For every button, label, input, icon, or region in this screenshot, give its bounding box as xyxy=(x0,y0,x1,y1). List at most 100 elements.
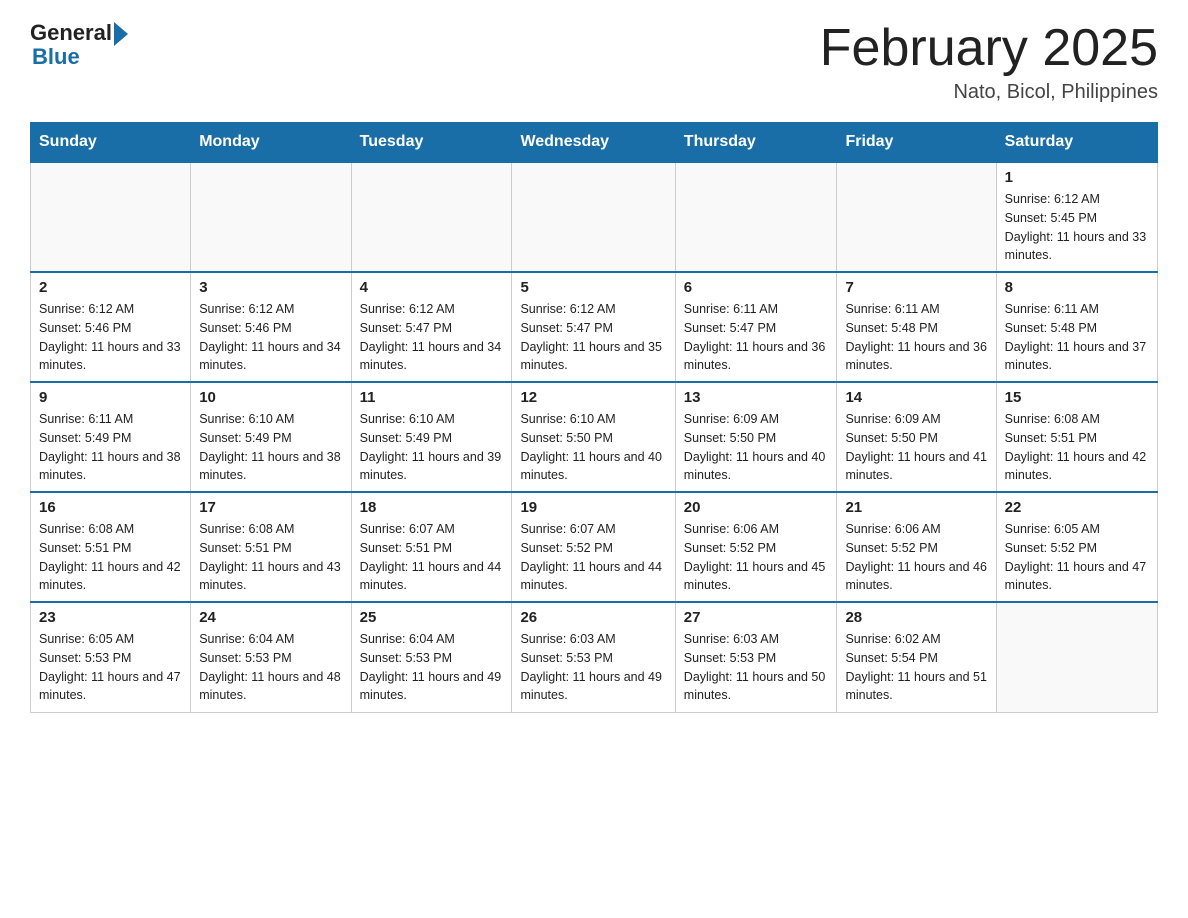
day-number: 14 xyxy=(845,389,987,406)
day-info: Sunrise: 6:05 AMSunset: 5:52 PMDaylight:… xyxy=(1005,520,1149,595)
calendar-cell: 19 Sunrise: 6:07 AMSunset: 5:52 PMDayligh… xyxy=(512,492,675,602)
calendar-cell: 3 Sunrise: 6:12 AMSunset: 5:46 PMDaylight… xyxy=(191,272,351,382)
calendar-header-sunday: Sunday xyxy=(31,123,191,163)
day-number: 21 xyxy=(845,499,987,516)
day-info: Sunrise: 6:12 AMSunset: 5:47 PMDaylight:… xyxy=(520,300,666,375)
calendar-header-saturday: Saturday xyxy=(996,123,1157,163)
calendar-cell: 28 Sunrise: 6:02 AMSunset: 5:54 PMDayligh… xyxy=(837,602,996,712)
calendar-cell: 25 Sunrise: 6:04 AMSunset: 5:53 PMDayligh… xyxy=(351,602,512,712)
day-info: Sunrise: 6:11 AMSunset: 5:49 PMDaylight:… xyxy=(39,410,182,485)
day-info: Sunrise: 6:07 AMSunset: 5:52 PMDaylight:… xyxy=(520,520,666,595)
logo-blue-text: Blue xyxy=(32,44,80,70)
day-info: Sunrise: 6:11 AMSunset: 5:48 PMDaylight:… xyxy=(1005,300,1149,375)
location-subtitle: Nato, Bicol, Philippines xyxy=(820,81,1158,104)
day-info: Sunrise: 6:04 AMSunset: 5:53 PMDaylight:… xyxy=(360,630,504,705)
calendar-week-row: 9 Sunrise: 6:11 AMSunset: 5:49 PMDaylight… xyxy=(31,382,1158,492)
calendar-cell: 13 Sunrise: 6:09 AMSunset: 5:50 PMDayligh… xyxy=(675,382,837,492)
logo: General Blue xyxy=(30,20,128,70)
calendar-cell: 20Sunrise: 6:06 AMSunset: 5:52 PMDayligh… xyxy=(675,492,837,602)
calendar-cell: 17 Sunrise: 6:08 AMSunset: 5:51 PMDayligh… xyxy=(191,492,351,602)
calendar-cell: 21 Sunrise: 6:06 AMSunset: 5:52 PMDayligh… xyxy=(837,492,996,602)
day-info: Sunrise: 6:06 AMSunset: 5:52 PMDaylight:… xyxy=(845,520,987,595)
calendar-cell: 22 Sunrise: 6:05 AMSunset: 5:52 PMDayligh… xyxy=(996,492,1157,602)
calendar-cell: 5 Sunrise: 6:12 AMSunset: 5:47 PMDaylight… xyxy=(512,272,675,382)
calendar-cell: 11 Sunrise: 6:10 AMSunset: 5:49 PMDayligh… xyxy=(351,382,512,492)
day-number: 20 xyxy=(684,499,829,516)
day-info: Sunrise: 6:04 AMSunset: 5:53 PMDaylight:… xyxy=(199,630,342,705)
day-info: Sunrise: 6:11 AMSunset: 5:47 PMDaylight:… xyxy=(684,300,829,375)
day-number: 13 xyxy=(684,389,829,406)
day-info: Sunrise: 6:12 AMSunset: 5:46 PMDaylight:… xyxy=(39,300,182,375)
day-number: 25 xyxy=(360,609,504,626)
calendar-week-row: 23Sunrise: 6:05 AMSunset: 5:53 PMDayligh… xyxy=(31,602,1158,712)
day-number: 23 xyxy=(39,609,182,626)
calendar-cell: 23Sunrise: 6:05 AMSunset: 5:53 PMDayligh… xyxy=(31,602,191,712)
calendar-cell: 1 Sunrise: 6:12 AMSunset: 5:45 PMDaylight… xyxy=(996,162,1157,272)
day-info: Sunrise: 6:12 AMSunset: 5:45 PMDaylight:… xyxy=(1005,190,1149,265)
day-info: Sunrise: 6:03 AMSunset: 5:53 PMDaylight:… xyxy=(684,630,829,705)
calendar-week-row: 16 Sunrise: 6:08 AMSunset: 5:51 PMDayligh… xyxy=(31,492,1158,602)
logo-general-text: General xyxy=(30,20,112,46)
calendar-cell: 9 Sunrise: 6:11 AMSunset: 5:49 PMDaylight… xyxy=(31,382,191,492)
day-info: Sunrise: 6:12 AMSunset: 5:46 PMDaylight:… xyxy=(199,300,342,375)
day-info: Sunrise: 6:03 AMSunset: 5:53 PMDaylight:… xyxy=(520,630,666,705)
calendar-cell: 16 Sunrise: 6:08 AMSunset: 5:51 PMDayligh… xyxy=(31,492,191,602)
day-info: Sunrise: 6:08 AMSunset: 5:51 PMDaylight:… xyxy=(199,520,342,595)
calendar-cell: 10 Sunrise: 6:10 AMSunset: 5:49 PMDayligh… xyxy=(191,382,351,492)
day-number: 4 xyxy=(360,279,504,296)
calendar-cell: 7 Sunrise: 6:11 AMSunset: 5:48 PMDaylight… xyxy=(837,272,996,382)
calendar-cell: 14Sunrise: 6:09 AMSunset: 5:50 PMDayligh… xyxy=(837,382,996,492)
calendar-header-monday: Monday xyxy=(191,123,351,163)
day-number: 2 xyxy=(39,279,182,296)
day-info: Sunrise: 6:12 AMSunset: 5:47 PMDaylight:… xyxy=(360,300,504,375)
calendar-cell xyxy=(675,162,837,272)
day-number: 10 xyxy=(199,389,342,406)
day-number: 17 xyxy=(199,499,342,516)
day-number: 11 xyxy=(360,389,504,406)
title-area: February 2025 Nato, Bicol, Philippines xyxy=(820,20,1158,104)
day-number: 1 xyxy=(1005,169,1149,186)
calendar-cell: 12 Sunrise: 6:10 AMSunset: 5:50 PMDayligh… xyxy=(512,382,675,492)
calendar-cell: 8 Sunrise: 6:11 AMSunset: 5:48 PMDaylight… xyxy=(996,272,1157,382)
calendar-cell xyxy=(351,162,512,272)
calendar-week-row: 1 Sunrise: 6:12 AMSunset: 5:45 PMDaylight… xyxy=(31,162,1158,272)
calendar-cell xyxy=(191,162,351,272)
day-number: 8 xyxy=(1005,279,1149,296)
calendar-cell xyxy=(512,162,675,272)
day-info: Sunrise: 6:08 AMSunset: 5:51 PMDaylight:… xyxy=(1005,410,1149,485)
calendar-cell xyxy=(996,602,1157,712)
day-number: 3 xyxy=(199,279,342,296)
calendar-header-tuesday: Tuesday xyxy=(351,123,512,163)
calendar-header-wednesday: Wednesday xyxy=(512,123,675,163)
calendar-cell: 24Sunrise: 6:04 AMSunset: 5:53 PMDayligh… xyxy=(191,602,351,712)
calendar-cell: 6Sunrise: 6:11 AMSunset: 5:47 PMDaylight… xyxy=(675,272,837,382)
calendar-cell: 15 Sunrise: 6:08 AMSunset: 5:51 PMDayligh… xyxy=(996,382,1157,492)
day-number: 7 xyxy=(845,279,987,296)
day-info: Sunrise: 6:08 AMSunset: 5:51 PMDaylight:… xyxy=(39,520,182,595)
day-number: 19 xyxy=(520,499,666,516)
calendar-cell: 18Sunrise: 6:07 AMSunset: 5:51 PMDayligh… xyxy=(351,492,512,602)
day-info: Sunrise: 6:10 AMSunset: 5:49 PMDaylight:… xyxy=(360,410,504,485)
day-number: 9 xyxy=(39,389,182,406)
day-number: 12 xyxy=(520,389,666,406)
logo-arrow-icon xyxy=(114,22,128,46)
calendar-header-friday: Friday xyxy=(837,123,996,163)
calendar-table: SundayMondayTuesdayWednesdayThursdayFrid… xyxy=(30,122,1158,713)
calendar-cell xyxy=(837,162,996,272)
day-number: 28 xyxy=(845,609,987,626)
day-info: Sunrise: 6:10 AMSunset: 5:50 PMDaylight:… xyxy=(520,410,666,485)
month-title: February 2025 xyxy=(820,20,1158,77)
day-number: 22 xyxy=(1005,499,1149,516)
calendar-header-row: SundayMondayTuesdayWednesdayThursdayFrid… xyxy=(31,123,1158,163)
day-info: Sunrise: 6:11 AMSunset: 5:48 PMDaylight:… xyxy=(845,300,987,375)
day-number: 15 xyxy=(1005,389,1149,406)
day-number: 5 xyxy=(520,279,666,296)
day-info: Sunrise: 6:07 AMSunset: 5:51 PMDaylight:… xyxy=(360,520,504,595)
day-number: 26 xyxy=(520,609,666,626)
calendar-header-thursday: Thursday xyxy=(675,123,837,163)
day-info: Sunrise: 6:09 AMSunset: 5:50 PMDaylight:… xyxy=(684,410,829,485)
day-info: Sunrise: 6:10 AMSunset: 5:49 PMDaylight:… xyxy=(199,410,342,485)
calendar-cell: 4 Sunrise: 6:12 AMSunset: 5:47 PMDaylight… xyxy=(351,272,512,382)
day-number: 16 xyxy=(39,499,182,516)
day-info: Sunrise: 6:02 AMSunset: 5:54 PMDaylight:… xyxy=(845,630,987,705)
